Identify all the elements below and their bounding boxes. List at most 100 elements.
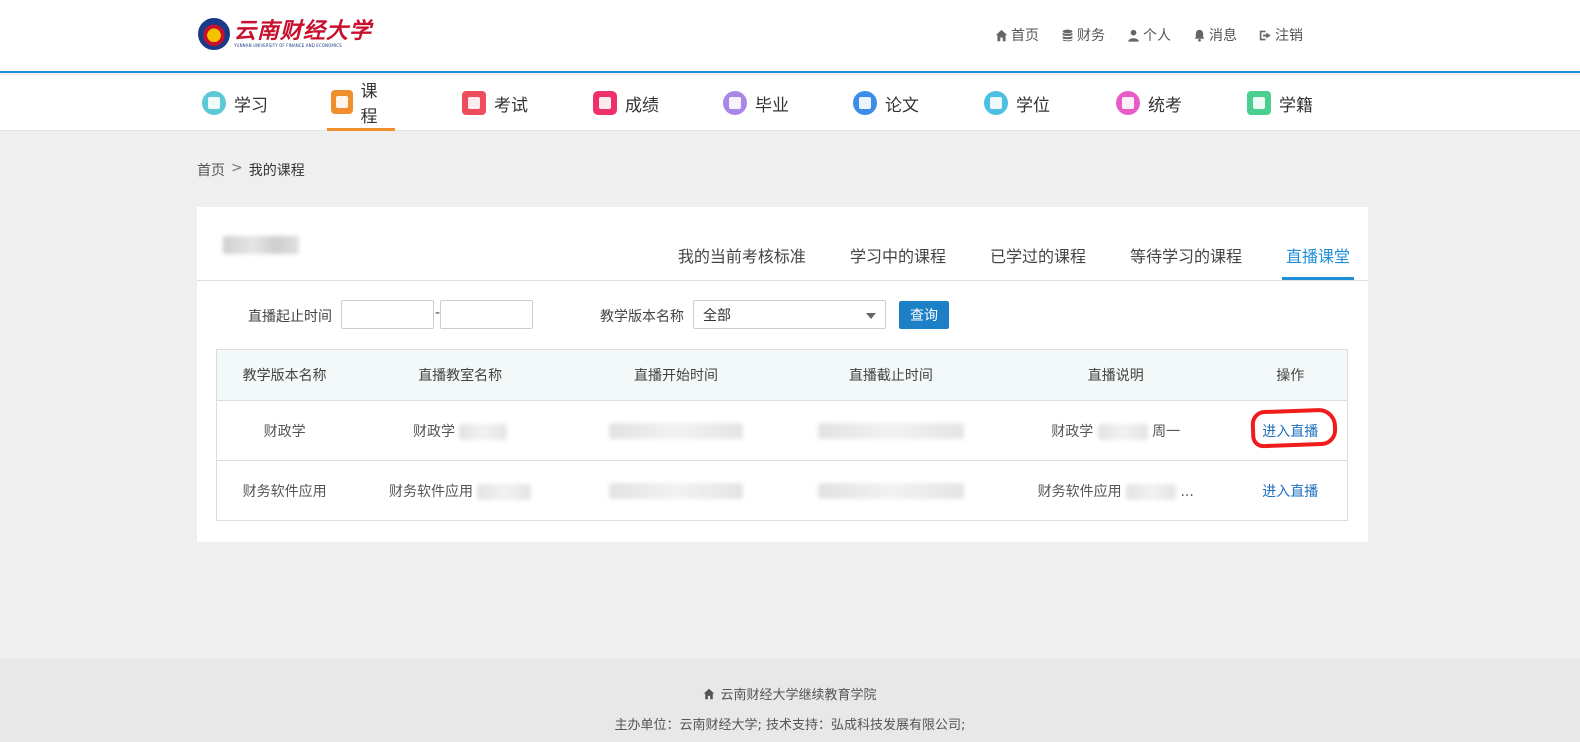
nav-item-degree[interactable]: 学位 [980,75,1054,131]
search-filter: 直播起止时间 - 教学版本名称 全部 查询 [197,300,1368,330]
bell-icon [1194,29,1205,42]
description-text: 财务软件应用 [1037,483,1122,500]
user-icon [1128,29,1139,42]
cell-classroom: 财务软件应用 [352,460,569,521]
column-header: 直播截止时间 [783,349,998,401]
top-link-messages[interactable]: 消息 [1193,24,1237,46]
cell-version: 财务软件应用 [216,460,353,521]
university-logo[interactable]: 云南财经大学 YUNNAN UNIVERSITY OF FINANCE AND … [198,16,372,52]
caret-down-icon [866,313,876,319]
nav-item-unified-exam[interactable]: 统考 [1112,75,1186,131]
redacted-start-time [609,422,744,439]
main-nav: 学习 课程 考试 成绩 毕业 论文 学位 统考 学籍 [0,75,1580,131]
footer-credits: 主办单位：云南财经大学; 技术支持：弘成科技发展有限公司; [614,718,966,733]
redacted-text [459,423,508,440]
version-name-label: 教学版本名称 [600,309,684,325]
nav-item-label: 学籍 [1279,95,1313,116]
home-icon [995,29,1008,41]
nav-item-course[interactable]: 课程 [327,75,395,131]
top-link-home[interactable]: 首页 [995,24,1039,46]
tab-pending-courses[interactable]: 等待学习的课程 [1126,229,1246,280]
cell-start-time [568,400,784,461]
column-header: 直播说明 [997,349,1234,401]
column-header: 直播教室名称 [352,349,569,401]
top-link-label: 消息 [1209,28,1237,44]
table-header-row: 教学版本名称 直播教室名称 直播开始时间 直播截止时间 直播说明 操作 [216,349,1348,401]
top-link-finance[interactable]: 财务 [1061,24,1105,46]
nav-item-score[interactable]: 成绩 [589,75,663,131]
table-row: 财务软件应用 财务软件应用 财务软件应用 ... 进入直播 [216,460,1348,521]
start-time-input[interactable] [341,300,434,329]
cell-end-time [783,400,998,461]
enter-live-label: 进入直播 [1262,423,1319,440]
breadcrumb-home[interactable]: 首页 [197,160,225,180]
enter-live-label: 进入直播 [1262,483,1319,500]
top-link-label: 财务 [1077,28,1105,44]
nav-item-exam[interactable]: 考试 [458,75,532,131]
logo-text: 云南财经大学 YUNNAN UNIVERSITY OF FINANCE AND … [234,19,372,49]
cell-classroom: 财政学 [352,400,569,461]
redacted-text [1097,423,1148,440]
tab-live-classroom[interactable]: 直播课堂 [1281,229,1354,280]
tab-courses-in-progress[interactable]: 学习中的课程 [846,229,950,280]
degree-icon [984,91,1008,115]
course-tabs: 我的当前考核标准 学习中的课程 已学过的课程 等待学习的课程 直播课堂 [638,229,1354,280]
tab-assessment-standard[interactable]: 我的当前考核标准 [674,229,810,280]
redacted-end-time [817,422,964,439]
live-time-label: 直播起止时间 [248,309,332,325]
cell-description: 财务软件应用 ... [997,460,1234,521]
cell-version: 财政学 [216,400,353,461]
classroom-name: 财政学 [412,423,455,440]
description-tail: ... [1180,483,1194,500]
enter-live-button[interactable]: 进入直播 [1254,477,1326,505]
redacted-text [477,483,532,500]
nav-item-label: 统考 [1148,95,1182,116]
breadcrumb-separator: > [231,160,243,176]
user-name-redacted [223,236,299,254]
enter-live-button[interactable]: 进入直播 [1250,407,1338,448]
score-icon [593,91,617,115]
version-select-value: 全部 [703,307,731,324]
top-link-label: 注销 [1275,28,1303,44]
top-link-label: 首页 [1011,28,1039,44]
breadcrumb-current: 我的课程 [248,163,305,179]
end-time-input[interactable] [440,300,533,329]
footer-title: 云南财经大学继续教育学院 [0,684,1580,703]
sign-out-icon [1259,30,1271,40]
top-header: 云南财经大学 YUNNAN UNIVERSITY OF FINANCE AND … [0,0,1580,73]
live-class-table: 教学版本名称 直播教室名称 直播开始时间 直播截止时间 直播说明 操作 财政学 … [216,349,1348,521]
cell-end-time [783,460,998,521]
exam-icon [462,91,486,115]
top-link-profile[interactable]: 个人 [1127,24,1171,46]
nav-item-label: 学位 [1016,95,1050,116]
study-icon [202,91,226,115]
top-link-label: 个人 [1143,28,1171,44]
cell-action: 进入直播 [1233,400,1348,461]
redacted-end-time [817,482,964,499]
description-text: 财政学 [1051,423,1094,440]
nav-item-label: 考试 [494,95,528,116]
version-select[interactable]: 全部 [693,300,886,329]
nav-item-graduation[interactable]: 毕业 [719,75,793,131]
university-emblem-icon [198,18,230,50]
nav-item-label: 课程 [360,81,378,127]
classroom-name: 财务软件应用 [388,483,473,500]
course-icon [331,89,353,114]
table-row: 财政学 财政学 财政学 周一 进入直播 [216,400,1348,461]
tab-completed-courses[interactable]: 已学过的课程 [986,229,1090,280]
logo-chinese-name: 云南财经大学 [234,18,373,44]
redacted-start-time [609,482,744,499]
breadcrumb: 首页 > 我的课程 [197,160,305,180]
course-panel: 我的当前考核标准 学习中的课程 已学过的课程 等待学习的课程 直播课堂 直播起止… [197,207,1368,542]
column-header: 教学版本名称 [216,349,353,401]
cell-start-time [568,460,784,521]
nav-item-label: 论文 [885,95,919,116]
top-link-logout[interactable]: 注销 [1259,24,1303,46]
nav-item-enrollment[interactable]: 学籍 [1243,75,1317,131]
home-icon [704,688,715,699]
cell-action: 进入直播 [1233,460,1348,521]
unified-exam-icon [1116,91,1140,115]
nav-item-study[interactable]: 学习 [198,75,272,131]
nav-item-thesis[interactable]: 论文 [849,75,923,131]
query-button[interactable]: 查询 [899,301,949,329]
